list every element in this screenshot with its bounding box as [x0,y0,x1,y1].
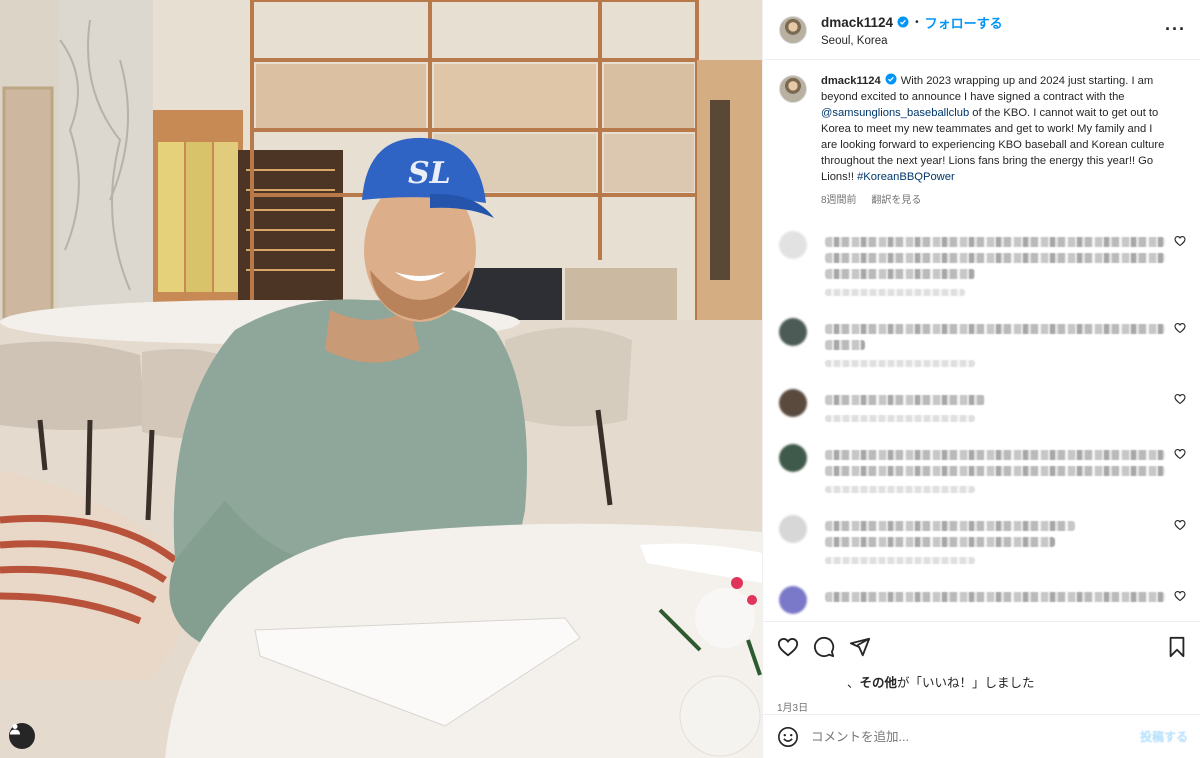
comments-scroll-area[interactable]: dmack1124 With 2023 wrapping up and 2024 … [763,61,1200,621]
comment-meta-blurred [825,486,975,493]
commenter-avatar[interactable] [779,444,807,472]
comment-like-icon[interactable] [1174,590,1186,602]
comment-line [825,466,1165,476]
commenter-avatar[interactable] [779,586,807,614]
caption-hashtag-link[interactable]: #KoreanBBQPower [857,171,955,183]
comment-like-icon[interactable] [1174,322,1186,334]
author-avatar[interactable] [779,15,807,44]
likes-summary[interactable]: 、その他が「いいね！」しました [777,672,1188,691]
comment-meta-blurred [825,557,975,564]
separator-dot: • [915,16,919,28]
more-horizontal-icon[interactable]: ··· [1165,19,1186,40]
caption-age[interactable]: 8週間前 [821,195,857,206]
cap-logo: SL [408,156,451,191]
comment-line [825,324,1165,334]
commenter-avatar[interactable] [779,389,807,417]
comment-line [825,253,1165,263]
likes-prefix: 、 [847,676,860,690]
verified-badge-icon [897,16,909,28]
caption-username[interactable]: dmack1124 [821,75,881,87]
comment-like-icon[interactable] [1174,448,1186,460]
comment-line [825,237,1165,247]
translate-link[interactable]: 翻訳を見る [871,195,921,206]
post-side-panel: dmack1124 • フォローする Seoul, Korea ··· dmac… [762,0,1200,758]
post-location[interactable]: Seoul, Korea [821,35,1165,47]
comment-like-icon[interactable] [1174,393,1186,405]
comment-line [825,537,1055,547]
comment-line [825,521,1075,531]
likes-others[interactable]: その他 [860,676,898,690]
heart-icon[interactable] [777,636,799,658]
comment-meta-blurred [825,415,975,422]
caption-author-avatar[interactable] [779,75,807,103]
photo-illustration: SL [0,0,762,758]
comment-line [825,450,1165,460]
comment-item [779,318,1186,367]
follow-button[interactable]: フォローする [925,13,1003,32]
comment-meta-blurred [825,360,975,367]
post-actions: 、その他が「いいね！」しました 1月3日 [763,621,1200,714]
likes-suffix: が「いいね！」しました [897,676,1035,690]
comment-line [825,592,1165,602]
author-username[interactable]: dmack1124 [821,15,893,30]
verified-badge-icon [885,73,897,85]
caption-meta: 8週間前 翻訳を見る [821,193,1169,209]
comment-item [779,515,1186,564]
comment-item [779,586,1186,614]
comment-input[interactable] [811,729,1140,744]
bookmark-icon[interactable] [1166,636,1188,658]
person-icon [10,724,20,735]
instagram-post-modal: SL dmack1124 • フォローする Seoul, Korea ··· d… [0,0,1200,758]
commenter-avatar[interactable] [779,515,807,543]
comment-item [779,444,1186,493]
comment-composer: 投稿する [763,714,1200,758]
comment-text-blurred [825,515,1170,564]
comment-line [825,269,975,279]
send-icon[interactable] [849,636,871,658]
comment-text-blurred [825,318,1170,367]
comment-item [779,389,1186,422]
comment-icon[interactable] [813,636,835,658]
comment-text-blurred [825,444,1170,493]
commenter-avatar[interactable] [779,318,807,346]
post-header: dmack1124 • フォローする Seoul, Korea ··· [763,0,1200,60]
comment-text-blurred [825,231,1170,296]
post-caption: dmack1124 With 2023 wrapping up and 2024 … [779,73,1186,209]
comment-like-icon[interactable] [1174,519,1186,531]
comment-meta-blurred [825,289,965,296]
comments-list [779,231,1186,614]
comment-line [825,340,865,350]
post-comment-button[interactable]: 投稿する [1140,728,1188,745]
comment-line [825,395,985,405]
comment-item [779,231,1186,296]
comment-text-blurred [825,586,1170,614]
caption-mention-link[interactable]: @samsunglions_baseballclub [821,107,969,119]
post-date[interactable]: 1月3日 [777,699,1188,714]
tagged-users-button[interactable] [9,723,35,749]
emoji-icon[interactable] [777,726,799,748]
commenter-avatar[interactable] [779,231,807,259]
post-photo[interactable]: SL [0,0,762,758]
comment-like-icon[interactable] [1174,235,1186,247]
comment-text-blurred [825,389,1170,422]
